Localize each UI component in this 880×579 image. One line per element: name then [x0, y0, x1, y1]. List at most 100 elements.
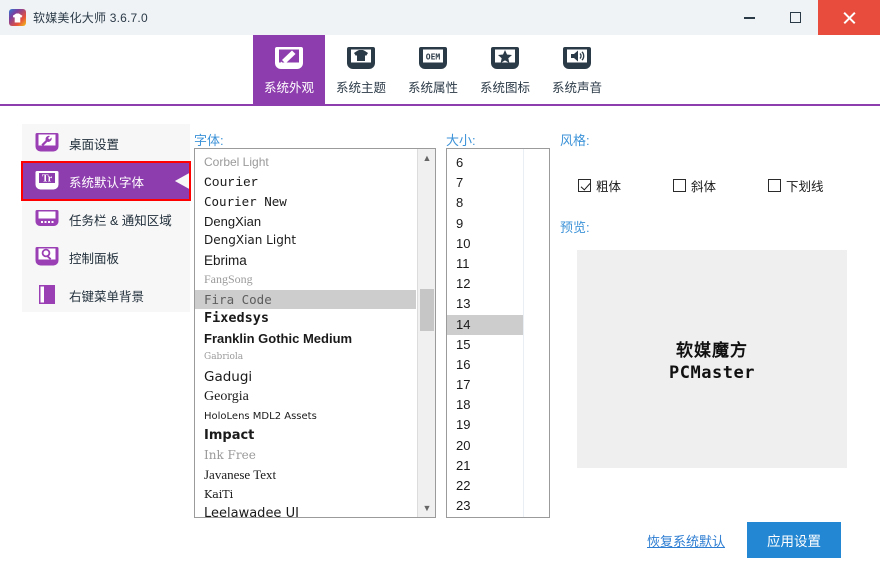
sidebar-item-label: 控制面板 — [69, 248, 119, 267]
checkbox-underline[interactable]: 下划线 — [768, 176, 824, 195]
accent-divider — [0, 104, 880, 106]
title-bar: 软媒美化大师 3.6.7.0 — [0, 0, 880, 35]
list-item[interactable]: 10 — [447, 234, 549, 254]
chevron-down-icon[interactable]: ▼ — [418, 499, 436, 517]
list-item[interactable]: Courier New — [195, 192, 416, 212]
list-item[interactable]: FangSong — [195, 270, 416, 290]
list-item-selected[interactable]: 14 — [447, 315, 523, 335]
size-list[interactable]: 6 7 8 9 10 11 12 13 14 15 16 17 18 19 20… — [446, 148, 550, 518]
list-item[interactable]: 16 — [447, 355, 549, 375]
style-heading: 风格: — [560, 130, 590, 149]
checkbox-bold[interactable]: 粗体 — [578, 176, 621, 195]
list-item[interactable]: 6 — [447, 153, 549, 173]
list-item[interactable]: Leelawadee UI — [195, 504, 416, 518]
list-item[interactable]: HoloLens MDL2 Assets — [195, 407, 416, 427]
font-monitor-icon: Tr — [35, 169, 59, 193]
sidebar-item-system-default-font[interactable]: Tr 系统默认字体 — [22, 162, 190, 200]
list-item[interactable]: Ebrima — [195, 251, 416, 271]
brush-monitor-icon — [274, 45, 304, 72]
list-item[interactable]: 15 — [447, 335, 549, 355]
window-title: 软媒美化大师 3.6.7.0 — [33, 9, 148, 26]
list-item[interactable]: Georgia — [195, 387, 416, 407]
size-heading: 大小: — [446, 130, 476, 149]
checkbox-label: 粗体 — [596, 176, 621, 195]
list-item[interactable]: Franklin Gothic Medium — [195, 329, 416, 349]
taskbar-icon — [35, 207, 59, 231]
checkbox-italic[interactable]: 斜体 — [673, 176, 716, 195]
tab-system-icons[interactable]: 系统图标 — [469, 35, 541, 105]
list-item[interactable]: 18 — [447, 395, 549, 415]
list-item[interactable]: Javanese Text — [195, 465, 416, 485]
list-item-selected[interactable]: Fira Code — [195, 290, 416, 310]
list-item[interactable]: Ink Free — [195, 446, 416, 466]
list-item[interactable]: 9 — [447, 214, 549, 234]
close-button[interactable] — [818, 0, 880, 35]
list-item[interactable]: 20 — [447, 436, 549, 456]
preview-heading: 预览: — [560, 217, 590, 236]
list-item[interactable]: Gadugi — [195, 368, 416, 388]
list-item[interactable]: 11 — [447, 254, 549, 274]
list-item[interactable]: 23 — [447, 496, 549, 516]
list-item[interactable]: 8 — [447, 193, 549, 213]
sidebar-item-label: 系统默认字体 — [69, 172, 144, 191]
star-monitor-icon — [490, 45, 520, 72]
list-item[interactable]: Courier — [195, 173, 416, 193]
minimize-button[interactable] — [726, 0, 772, 35]
list-item[interactable]: Impact — [195, 426, 416, 446]
checkbox-unchecked-icon[interactable] — [768, 179, 781, 192]
checkbox-label: 下划线 — [786, 176, 824, 195]
list-item[interactable]: 22 — [447, 476, 549, 496]
font-heading: 字体: — [194, 130, 224, 149]
checkbox-checked-icon[interactable] — [578, 179, 591, 192]
magnifier-monitor-icon — [35, 245, 59, 269]
list-item[interactable]: 21 — [447, 456, 549, 476]
tab-system-theme[interactable]: 系统主题 — [325, 35, 397, 105]
minimize-icon — [744, 17, 755, 19]
list-item[interactable]: 7 — [447, 173, 549, 193]
checkbox-unchecked-icon[interactable] — [673, 179, 686, 192]
sidebar-item-desktop-settings[interactable]: 桌面设置 — [22, 124, 190, 162]
list-item[interactable]: KaiTi — [195, 485, 416, 505]
tab-system-sound[interactable]: 系统声音 — [541, 35, 613, 105]
list-item[interactable]: 19 — [447, 415, 549, 435]
list-item[interactable]: DengXian — [195, 212, 416, 232]
svg-text:OEM: OEM — [426, 52, 441, 61]
sidebar-item-control-panel[interactable]: 控制面板 — [22, 238, 190, 276]
size-list-items: 6 7 8 9 10 11 12 13 14 15 16 17 18 19 20… — [447, 149, 549, 518]
speaker-monitor-icon — [562, 45, 592, 72]
maximize-button[interactable] — [772, 0, 818, 35]
main-tab-bar: 系统外观 系统主题 OEM 系统属性 — [0, 35, 880, 105]
list-item[interactable]: 24 — [447, 516, 549, 518]
scrollbar-thumb[interactable] — [420, 289, 434, 331]
tab-system-properties[interactable]: OEM 系统属性 — [397, 35, 469, 105]
preview-text-en: PCMaster — [669, 363, 755, 383]
window-controls — [726, 0, 880, 35]
list-item[interactable]: Corbel Light — [195, 153, 416, 173]
font-list[interactable]: Corbel Light Courier Courier New DengXia… — [194, 148, 436, 518]
close-icon — [842, 10, 857, 25]
oem-monitor-icon: OEM — [418, 45, 448, 72]
list-item[interactable]: 12 — [447, 274, 549, 294]
preview-text-cn: 软媒魔方 — [676, 336, 748, 361]
sidebar-item-label: 右键菜单背景 — [69, 286, 144, 305]
sidebar-item-taskbar-notification[interactable]: 任务栏 & 通知区域 — [22, 200, 190, 238]
app-window: 软媒美化大师 3.6.7.0 系统外观 — [0, 0, 880, 579]
sidebar-item-context-menu-background[interactable]: 右键菜单背景 — [22, 276, 190, 314]
font-style-options: 粗体 斜体 下划线 — [578, 176, 824, 195]
list-item[interactable]: 17 — [447, 375, 549, 395]
list-item[interactable]: 13 — [447, 294, 549, 314]
restore-defaults-link[interactable]: 恢复系统默认 — [647, 531, 725, 550]
tab-label: 系统属性 — [408, 77, 458, 96]
list-item[interactable]: Fixedsys — [195, 309, 416, 329]
list-item[interactable]: DengXian Light — [195, 231, 416, 251]
sidebar-item-label: 任务栏 & 通知区域 — [69, 210, 172, 229]
tab-label: 系统外观 — [264, 77, 314, 96]
tab-system-appearance[interactable]: 系统外观 — [253, 35, 325, 105]
font-list-items: Corbel Light Courier Courier New DengXia… — [195, 153, 416, 518]
tshirt-monitor-icon — [346, 45, 376, 72]
apply-settings-button[interactable]: 应用设置 — [747, 522, 841, 558]
font-list-scrollbar[interactable]: ▲ ▼ — [417, 149, 435, 517]
app-logo-icon — [9, 9, 26, 26]
chevron-up-icon[interactable]: ▲ — [418, 149, 436, 167]
list-item[interactable]: Gabriola — [195, 348, 416, 368]
